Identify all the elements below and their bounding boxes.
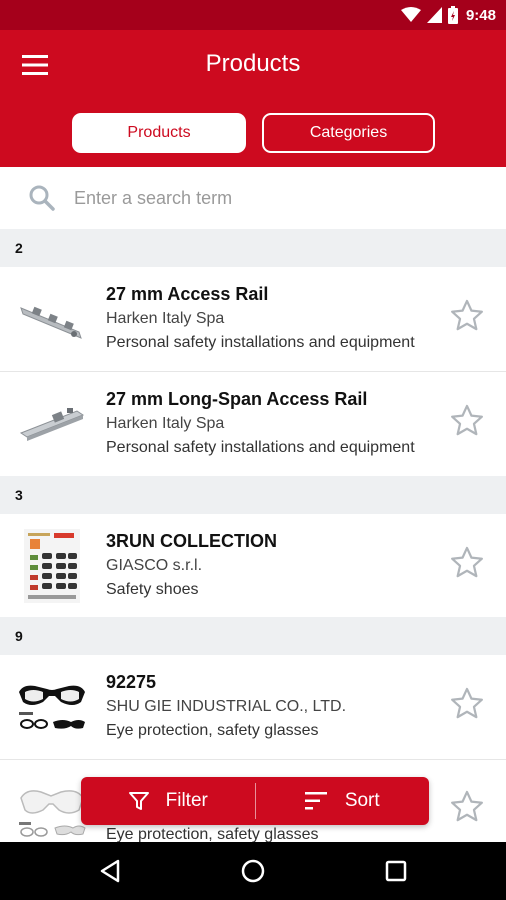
item-title: 92275 [106,672,157,692]
filter-funnel-icon [128,792,149,810]
long-span-rail-image [19,408,85,441]
favorite-star-icon[interactable] [448,788,486,826]
clear-safety-glasses-image [19,790,86,837]
section-header-2: 2 [0,229,506,267]
status-bar: 9:48 [0,0,506,30]
filter-button[interactable]: Filter [81,777,255,825]
section-header-3: 3 [0,476,506,514]
item-title: 27 mm Access Rail [106,284,269,304]
product-thumbnail [14,669,90,745]
safety-glasses-image [19,685,85,729]
list-item[interactable]: 27 mm Long-Span Access Rail Harken Italy… [0,372,506,477]
item-title: 27 mm Long-Span Access Rail [106,389,368,409]
shoe-catalog-image [24,529,80,603]
section-header-9: 9 [0,617,506,655]
home-icon[interactable] [239,857,267,885]
item-company: Harken Italy Spa [106,310,225,327]
list-item[interactable]: 27 mm Access Rail Harken Italy Spa Perso… [0,267,506,372]
favorite-star-icon[interactable] [448,297,486,335]
item-category: Safety shoes [106,581,199,598]
list-item[interactable]: 3RUN COLLECTION GIASCO s.r.l. Safety sho… [0,514,506,619]
sort-label: Sort [344,790,380,811]
filter-label: Filter [165,790,208,811]
access-rail-image [20,306,82,339]
app-bar: Products Products Categories [0,30,506,167]
back-icon[interactable] [97,857,125,885]
sort-button[interactable]: Sort [256,777,430,825]
tab-products[interactable]: Products [72,113,246,153]
favorite-star-icon[interactable] [448,685,486,723]
status-time: 9:48 [465,6,496,24]
item-title: 3RUN COLLECTION [106,531,277,551]
item-company: Harken Italy Spa [106,415,225,432]
page-title: Products [205,50,301,77]
item-category: Personal safety installations and equipm… [106,439,415,456]
product-thumbnail [14,770,90,846]
status-icons: 9:48 [400,5,496,25]
sort-icon [304,792,327,810]
product-thumbnail [14,281,90,357]
search-icon [29,185,55,211]
filter-sort-bar: Filter Sort [81,777,429,825]
favorite-star-icon[interactable] [448,402,486,440]
favorite-star-icon[interactable] [448,544,486,582]
item-category: Personal safety installations and equipm… [106,334,415,351]
signal-icon [426,7,442,23]
wifi-icon [400,7,421,22]
item-company: SHU GIE INDUSTRIAL CO., LTD. [106,698,347,715]
tab-categories[interactable]: Categories [262,113,435,153]
product-thumbnail [14,386,90,462]
product-thumbnail [14,528,90,604]
battery-icon [447,6,458,24]
system-nav-bar [0,842,506,900]
list-item[interactable]: 92275 SHU GIE INDUSTRIAL CO., LTD. Eye p… [0,655,506,760]
search-bar [0,167,506,229]
item-category: Eye protection, safety glasses [106,722,319,739]
search-input[interactable] [74,183,474,213]
item-company: GIASCO s.r.l. [106,557,203,574]
recents-icon[interactable] [382,857,410,885]
